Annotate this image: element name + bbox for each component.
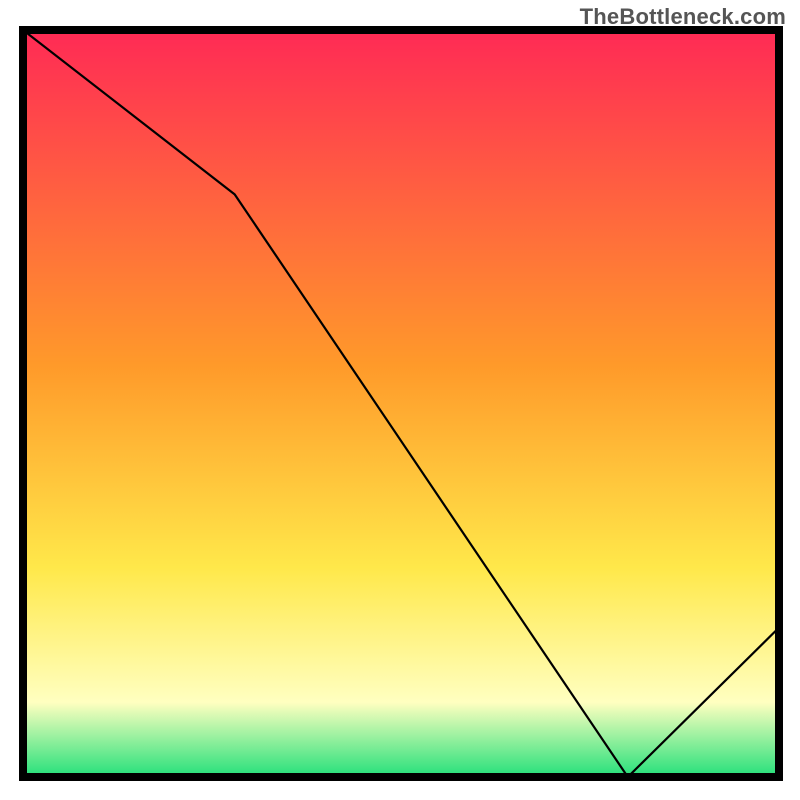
- chart-frame: TheBottleneck.com: [0, 0, 800, 800]
- chart-svg: [0, 0, 800, 800]
- gradient-background: [23, 30, 779, 777]
